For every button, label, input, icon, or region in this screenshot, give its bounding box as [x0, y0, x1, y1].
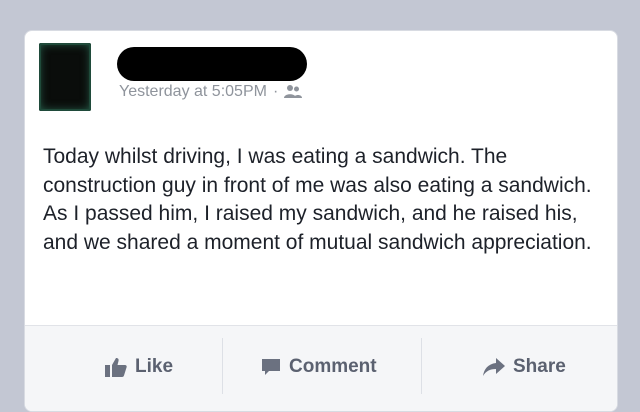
- share-arrow-icon: [483, 358, 505, 376]
- comment-button[interactable]: Comment: [261, 352, 377, 382]
- redacted-author-name: [117, 47, 307, 81]
- share-button[interactable]: Share: [483, 352, 566, 382]
- comment-label: Comment: [289, 356, 377, 377]
- post-meta: Yesterday at 5:05PM ·: [119, 83, 303, 101]
- post-body: Today whilst driving, I was eating a san…: [43, 145, 592, 254]
- avatar[interactable]: [39, 43, 91, 111]
- action-bar: Like Comment Share: [25, 325, 617, 411]
- share-label: Share: [513, 356, 566, 377]
- action-divider: [222, 338, 223, 394]
- post-timestamp[interactable]: Yesterday at 5:05PM: [119, 83, 267, 101]
- like-button[interactable]: Like: [105, 352, 173, 382]
- comment-icon: [262, 359, 280, 375]
- like-label: Like: [135, 356, 174, 377]
- post-card: Yesterday at 5:05PM · Today whilst drivi…: [24, 30, 618, 412]
- action-divider: [421, 338, 422, 394]
- thumbs-up-icon: [105, 358, 127, 377]
- friends-icon[interactable]: [284, 84, 303, 100]
- meta-separator: ·: [272, 83, 279, 100]
